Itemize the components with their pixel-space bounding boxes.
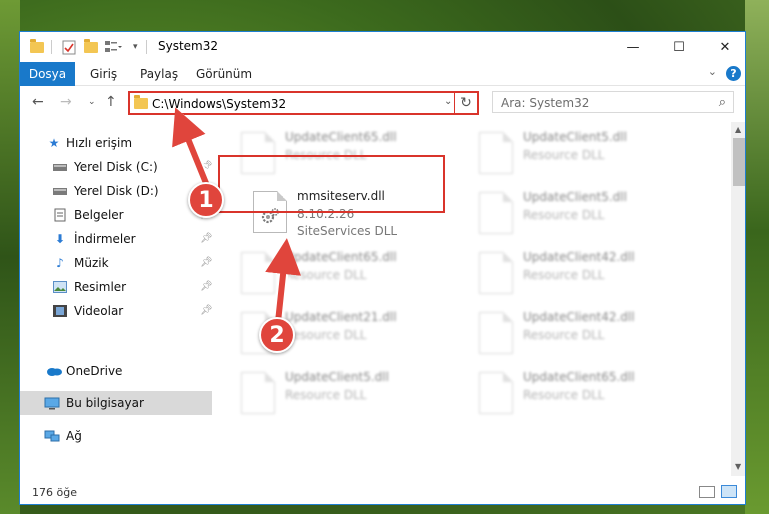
navigation-bar: ← → ⌄ ↑ C:\Windows\System32 ⌄ ↻ Ara: Sys… <box>20 87 745 119</box>
new-folder-icon[interactable] <box>84 38 98 55</box>
star-icon: ★ <box>48 136 60 150</box>
list-item[interactable]: UpdateClient5.dll Resource DLL <box>471 186 691 242</box>
properties-icon[interactable] <box>62 39 76 55</box>
pictures-icon <box>52 280 68 294</box>
sidebar-item-videos[interactable]: Videolar 📌︎ <box>20 299 213 323</box>
address-bar[interactable]: C:\Windows\System32 ⌄ <box>128 91 479 115</box>
tab-view[interactable]: Görünüm <box>196 67 252 81</box>
minimize-button[interactable]: — <box>610 32 656 62</box>
item-count: 176 öğe <box>32 486 77 499</box>
sidebar-item-onedrive[interactable]: OneDrive <box>20 359 212 383</box>
scrollbar-thumb[interactable] <box>733 138 745 186</box>
sidebar-item-music[interactable]: ♪ Müzik 📌︎ <box>20 251 213 275</box>
maximize-button[interactable]: ☐ <box>656 32 702 62</box>
toolbar-divider <box>51 40 52 54</box>
quick-access-folder-icon[interactable] <box>30 38 44 55</box>
sidebar-item-documents[interactable]: Belgeler 📌︎ <box>20 203 213 227</box>
dll-file-icon <box>479 132 513 174</box>
step-1-badge: 1 <box>188 182 224 218</box>
network-icon <box>44 429 60 443</box>
list-item[interactable]: UpdateClient5.dll Resource DLL <box>471 126 691 182</box>
tab-home[interactable]: Giriş <box>90 67 117 81</box>
dll-file-icon <box>241 372 275 414</box>
view-options-icon[interactable] <box>104 39 122 55</box>
cloud-icon <box>46 364 62 378</box>
address-folder-icon <box>134 95 148 109</box>
ribbon-tabs: Dosya Giriş Paylaş Görünüm ⌄ ? <box>20 62 745 86</box>
forward-arrow-icon[interactable]: → <box>60 94 72 110</box>
sidebar-item-disk-c[interactable]: Yerel Disk (C:) 📌︎ <box>20 155 213 179</box>
list-item[interactable]: UpdateClient42.dll Resource DLL <box>471 246 691 302</box>
pin-icon[interactable]: 📌︎ <box>200 257 213 268</box>
vertical-scrollbar[interactable]: ▲ ▼ <box>731 122 745 476</box>
list-item[interactable]: UpdateClient42.dll Resource DLL <box>471 306 691 362</box>
list-item[interactable]: UpdateClient65.dll Resource DLL <box>471 366 691 422</box>
tiles-view-icon[interactable] <box>721 485 737 498</box>
dll-file-icon <box>479 372 513 414</box>
close-button[interactable]: ✕ <box>702 32 745 62</box>
list-item[interactable]: UpdateClient5.dll Resource DLL <box>233 366 453 422</box>
dll-file-icon <box>479 312 513 354</box>
sidebar-item-this-pc[interactable]: Bu bilgisayar <box>20 391 212 415</box>
window-title: System32 <box>158 39 219 53</box>
desktop-wallpaper-right <box>745 0 769 514</box>
expand-ribbon-chevron-icon[interactable]: ⌄ <box>708 65 717 78</box>
pin-icon[interactable]: 📌︎ <box>200 281 213 292</box>
dll-file-icon <box>241 252 275 294</box>
recent-locations-chevron-icon[interactable]: ⌄ <box>88 97 96 107</box>
help-icon[interactable]: ? <box>726 66 741 81</box>
file-description: SiteServices DLL <box>297 224 398 238</box>
highlight-selected-file <box>218 155 445 213</box>
sidebar-item-network[interactable]: Ağ <box>20 424 212 448</box>
music-icon: ♪ <box>56 256 64 270</box>
pin-icon[interactable]: 📌︎ <box>200 305 213 316</box>
downloads-icon: ⬇ <box>54 232 66 246</box>
drive-icon <box>52 160 68 174</box>
scroll-up-arrow-icon[interactable]: ▲ <box>735 125 741 134</box>
address-path: C:\Windows\System32 <box>152 97 287 111</box>
tab-share[interactable]: Paylaş <box>140 67 178 81</box>
status-bar: 176 öğe <box>20 478 745 504</box>
dll-file-icon <box>479 252 513 294</box>
customize-toolbar-icon[interactable]: ▾ <box>133 39 138 55</box>
refresh-icon[interactable]: ↻ <box>454 91 478 115</box>
scroll-down-arrow-icon[interactable]: ▼ <box>735 462 741 471</box>
search-input[interactable]: Ara: System32 ⌕ <box>492 91 734 113</box>
sidebar-item-pictures[interactable]: Resimler 📌︎ <box>20 275 213 299</box>
dll-file-icon <box>479 192 513 234</box>
sidebar-item-disk-d[interactable]: Yerel Disk (D:) 📌︎ <box>20 179 213 203</box>
step-2-badge: 2 <box>259 317 295 353</box>
documents-icon <box>52 208 68 222</box>
sidebar-item-downloads[interactable]: ⬇ İndirmeler 📌︎ <box>20 227 213 251</box>
pin-icon[interactable]: 📌︎ <box>200 233 213 244</box>
desktop-wallpaper-left <box>0 0 20 514</box>
pin-icon[interactable]: 📌︎ <box>200 161 213 172</box>
up-arrow-icon[interactable]: ↑ <box>105 94 117 110</box>
details-view-icon[interactable] <box>699 486 715 498</box>
back-arrow-icon[interactable]: ← <box>32 94 44 110</box>
title-bar: ▾ System32 — ☐ ✕ <box>20 32 745 62</box>
search-placeholder: Ara: System32 <box>501 96 590 110</box>
computer-icon <box>44 396 60 410</box>
toolbar-divider <box>146 40 147 54</box>
file-explorer-window: ▾ System32 — ☐ ✕ Dosya Giriş Paylaş Görü… <box>19 31 746 505</box>
address-history-chevron-icon[interactable]: ⌄ <box>444 96 452 107</box>
drive-icon <box>52 184 68 198</box>
list-item[interactable]: UpdateClient65.dll Resource DLL <box>233 246 453 302</box>
tab-file[interactable]: Dosya <box>20 62 75 86</box>
search-icon: ⌕ <box>718 95 726 110</box>
navigation-pane: ★ Hızlı erişim Yerel Disk (C:) 📌︎ Yerel … <box>20 122 213 476</box>
videos-icon <box>52 304 68 318</box>
sidebar-item-quick-access[interactable]: ★ Hızlı erişim <box>20 131 212 155</box>
